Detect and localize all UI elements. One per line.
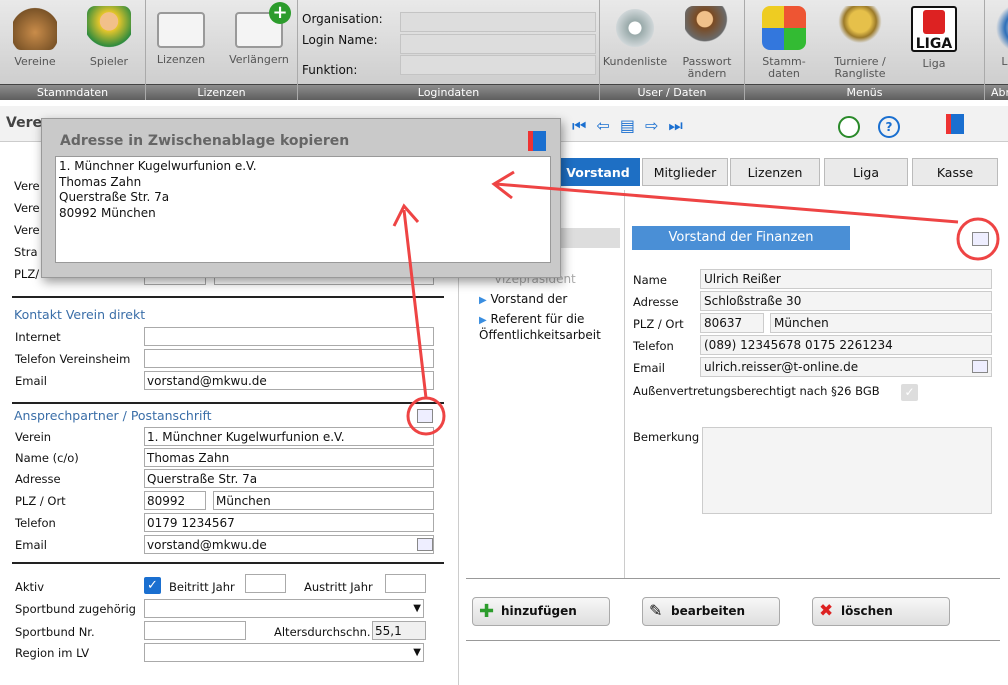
annotation-circle (956, 217, 1000, 261)
annotation-arrow (491, 170, 959, 224)
annotation-arrow (392, 203, 428, 399)
annotation-overlay (392, 170, 1000, 436)
annotation-circle (406, 396, 446, 436)
